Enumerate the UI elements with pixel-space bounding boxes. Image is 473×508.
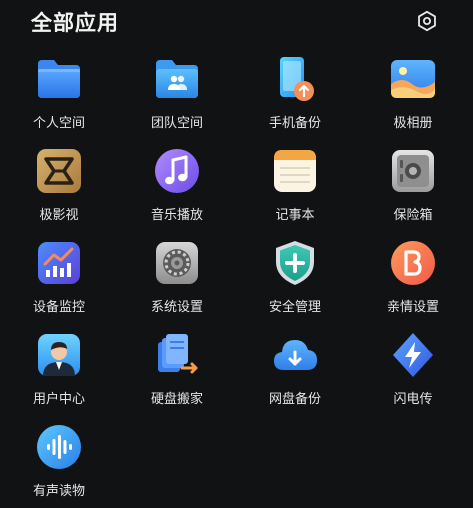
system-settings-gear-icon [156,242,198,284]
app-label: 亲情设置 [386,300,439,315]
app-team-space[interactable]: 团队空间 [118,54,236,140]
app-label: 团队空间 [150,116,203,131]
user-center-avatar-icon [38,334,80,376]
app-label: 用户中心 [32,392,85,407]
app-video[interactable]: 极影视 [0,146,118,232]
team-folder-icon [156,60,198,98]
gear-hexagon-icon [418,10,436,32]
settings-button[interactable] [414,8,440,34]
app-personal-space[interactable]: 个人空间 [0,54,118,140]
device-monitor-chart-icon [38,242,80,284]
app-label: 闪电传 [393,392,433,407]
app-music[interactable]: 音乐播放 [118,146,236,232]
app-disk-migration[interactable]: 硬盘搬家 [118,330,236,416]
app-phone-backup[interactable]: 手机备份 [236,54,354,140]
lightning-transfer-icon [393,333,433,377]
video-app-icon [37,149,81,193]
disk-migration-icon [158,334,198,374]
app-family-settings[interactable]: 亲情设置 [354,238,472,324]
app-device-monitor[interactable]: 设备监控 [0,238,118,324]
notepad-icon [274,150,316,192]
app-lightning-transfer[interactable]: 闪电传 [354,330,472,416]
blue-folder-icon [38,60,80,98]
app-photo-album[interactable]: 极相册 [354,54,472,140]
app-label: 音乐播放 [150,208,203,223]
music-note-icon [155,149,199,193]
app-label: 安全管理 [268,300,321,315]
app-label: 硬盘搬家 [150,392,203,407]
app-cloud-backup[interactable]: 网盘备份 [236,330,354,416]
photo-album-icon [391,60,435,98]
app-header: 全部应用 [0,0,473,44]
family-app-icon [391,241,435,285]
app-label: 网盘备份 [268,392,321,407]
page-title: 全部应用 [31,11,119,35]
cloud-upload-icon [274,340,317,370]
app-label: 系统设置 [150,300,203,315]
app-label: 保险箱 [393,208,433,223]
app-label: 有声读物 [32,484,85,499]
app-safe[interactable]: 保险箱 [354,146,472,232]
phone-backup-icon [280,57,314,101]
app-label: 手机备份 [268,116,321,131]
app-user-center[interactable]: 用户中心 [0,330,118,416]
safe-icon [392,150,434,192]
app-security[interactable]: 安全管理 [236,238,354,324]
app-label: 极相册 [393,116,433,131]
app-label: 记事本 [275,208,315,223]
app-label: 个人空间 [32,116,85,131]
shield-plus-icon [276,241,314,285]
app-audiobook[interactable]: 有声读物 [0,422,118,508]
app-label: 设备监控 [32,300,85,315]
audiobook-waveform-icon [37,425,81,469]
app-system-settings[interactable]: 系统设置 [118,238,236,324]
app-label: 极影视 [39,208,79,223]
app-notepad[interactable]: 记事本 [236,146,354,232]
